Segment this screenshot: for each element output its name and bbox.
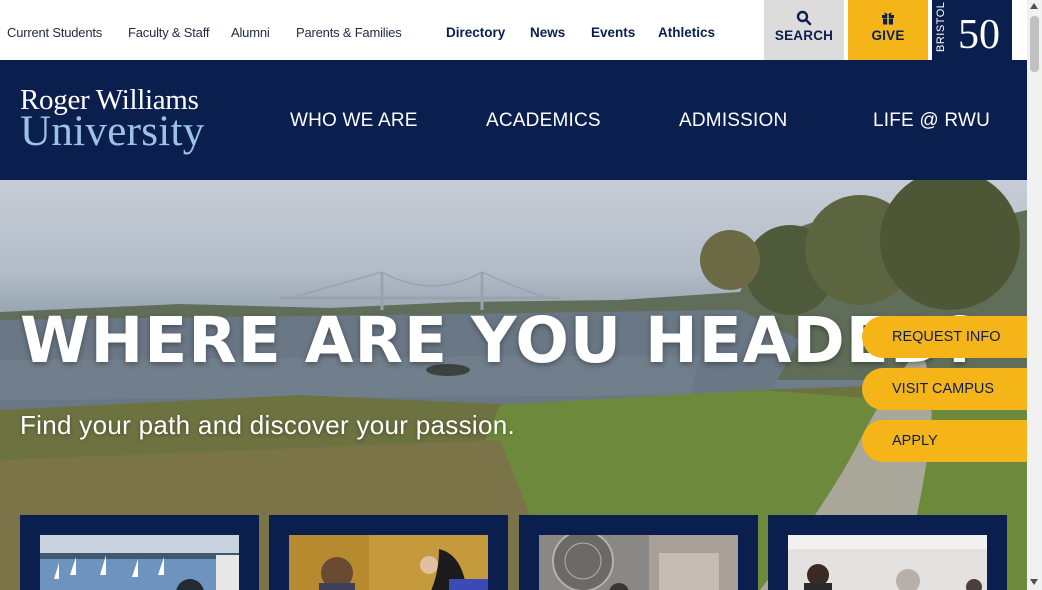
page-scrollbar[interactable] [1027,0,1042,590]
apply-button[interactable]: APPLY [862,420,1027,462]
feature-card-2[interactable] [269,515,508,590]
give-label: GIVE [871,28,905,43]
card-image-seal [539,535,738,590]
nav-academics[interactable]: ACADEMICS [486,110,601,132]
utility-bar: Current Students Faculty & Staff Alumni … [0,0,1027,60]
util-link-parents-families[interactable]: Parents & Families [296,25,402,40]
nav-who-we-are[interactable]: WHO WE ARE [290,110,418,132]
util-link-directory[interactable]: Directory [446,25,505,40]
give-button[interactable]: GIVE [848,0,928,60]
request-info-button[interactable]: REQUEST INFO [862,316,1027,358]
card-image-students [289,535,488,590]
feature-card-1[interactable] [20,515,259,590]
visit-campus-button[interactable]: VISIT CAMPUS [862,368,1027,410]
bristol-50-badge[interactable]: BRISTOL 50 [932,0,1012,60]
anniversary-50-mark: 50 [958,12,1000,54]
card-image-sailboats [40,535,239,590]
search-button[interactable]: SEARCH [764,0,844,60]
bristol-text: BRISTOL [935,1,947,52]
gift-icon [882,12,894,25]
util-link-current-students[interactable]: Current Students [7,25,102,40]
nav-life-at-rwu[interactable]: LIFE @ RWU [873,110,990,132]
university-logo[interactable]: Roger Williams University [20,86,205,155]
scroll-up-arrow[interactable] [1030,3,1038,9]
util-link-events[interactable]: Events [591,25,635,40]
feature-card-3[interactable] [519,515,758,590]
hero-title: WHERE ARE YOU HEADED? [20,304,981,377]
scroll-down-arrow[interactable] [1030,579,1038,585]
scroll-thumb[interactable] [1030,16,1039,72]
hero-subtitle: Find your path and discover your passion… [20,410,516,440]
nav-admission[interactable]: ADMISSION [679,110,787,132]
util-link-faculty-staff[interactable]: Faculty & Staff [128,25,210,40]
search-label: SEARCH [774,28,834,43]
feature-card-4[interactable] [768,515,1007,590]
card-image-classroom [788,535,987,590]
util-link-athletics[interactable]: Athletics [658,25,715,40]
util-link-alumni[interactable]: Alumni [231,25,270,40]
svg-text:50: 50 [958,12,1000,54]
main-nav: Roger Williams University WHO WE ARE ACA… [0,60,1027,180]
hero-section: WHERE ARE YOU HEADED? Find your path and… [0,180,1027,590]
request-info-label: REQUEST INFO [892,329,1001,345]
search-icon [796,10,812,26]
page: Current Students Faculty & Staff Alumni … [0,0,1042,590]
apply-label: APPLY [892,433,938,449]
logo-line-2: University [20,108,205,155]
util-link-news[interactable]: News [530,25,565,40]
visit-campus-label: VISIT CAMPUS [892,381,995,397]
